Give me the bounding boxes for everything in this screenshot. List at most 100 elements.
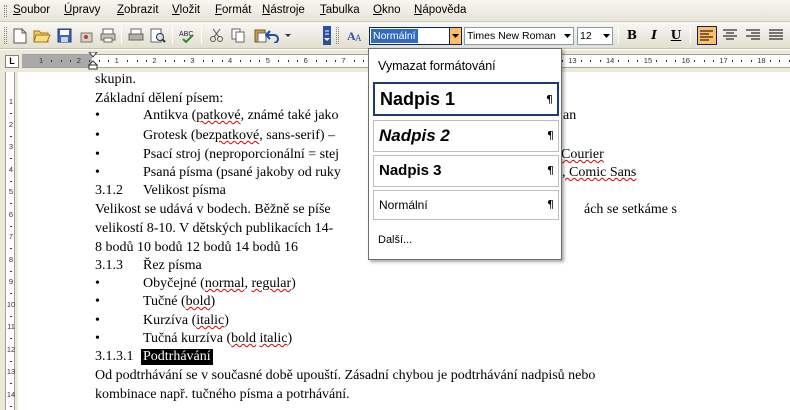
ruler-number: 2 <box>76 56 81 65</box>
ruler-tick <box>665 60 667 62</box>
ruler-tick <box>590 60 592 62</box>
ruler-tick <box>750 60 752 62</box>
doc-line-tail: ách se setkáme s <box>584 202 677 217</box>
list-item: Obyčejné (normal, regular) <box>143 276 296 291</box>
selected-heading[interactable]: Podtrhávání <box>141 349 213 365</box>
ruler-tick <box>145 60 147 62</box>
ruler-tick <box>788 60 790 62</box>
vertical-ruler[interactable]: 1 2 3 4 5 6 7 8 9 10 11 12 13 14 <box>5 72 15 410</box>
vruler-tick <box>10 293 12 295</box>
font-combobox[interactable]: Times New Roman <box>464 27 574 45</box>
open-folder-icon <box>33 30 51 43</box>
font-size-combobox[interactable]: 12 <box>577 27 613 45</box>
list-item: Antikva (patkové, známé také jako <box>143 108 339 123</box>
menu-view[interactable]: Zobrazit <box>117 4 159 16</box>
dropdown-arrow-icon[interactable] <box>600 28 612 44</box>
underline-button[interactable]: U <box>666 26 686 45</box>
ruler-tick <box>164 60 166 62</box>
ruler-tick <box>240 60 242 62</box>
ruler-tick <box>70 60 72 62</box>
vruler-number: 13 <box>6 367 16 376</box>
style-combobox[interactable]: Normální <box>369 27 462 45</box>
ruler-tick <box>127 60 129 62</box>
ruler-tick <box>675 60 677 62</box>
toolbar-options-chevron[interactable] <box>323 26 331 45</box>
ruler-tick <box>98 60 100 62</box>
font-combobox-value[interactable]: Times New Roman <box>467 30 556 42</box>
ruler-number: 1 <box>39 56 44 65</box>
print-preview-button[interactable] <box>98 26 118 45</box>
list-item-tail: an <box>563 108 577 123</box>
font-size-value[interactable]: 12 <box>580 30 592 42</box>
vruler-tick <box>10 383 12 385</box>
toolbar-separator <box>172 27 173 44</box>
new-document-button[interactable] <box>10 26 30 45</box>
menu-table[interactable]: Tabulka <box>320 4 360 16</box>
preview-button[interactable] <box>148 26 168 45</box>
italic-button[interactable]: I <box>644 26 664 45</box>
justify-button[interactable] <box>766 26 786 45</box>
more-styles-item[interactable]: Další... <box>378 234 412 246</box>
style-combobox-value[interactable]: Normální <box>371 29 418 43</box>
ruler-tick <box>618 60 620 62</box>
menu-window[interactable]: Okno <box>373 4 401 16</box>
list-item-tail: , Comic Sans <box>562 165 637 180</box>
ruler-tick <box>316 60 318 62</box>
list-item: Kurzíva (italic) <box>143 313 229 328</box>
ruler-tick <box>259 60 261 62</box>
align-right-button[interactable] <box>743 26 763 45</box>
toolbar-grip[interactable] <box>336 27 339 44</box>
menu-tools[interactable]: Nástroje <box>262 4 305 16</box>
save-button[interactable] <box>54 26 74 45</box>
clear-formatting-item[interactable]: Vymazat formátování <box>378 59 496 73</box>
toolbar-separator <box>201 27 202 44</box>
ruler-number: 16 <box>681 56 690 65</box>
ruler-number: 15 <box>643 56 653 65</box>
align-left-button[interactable] <box>697 26 717 45</box>
menu-edit[interactable]: Úpravy <box>64 4 100 16</box>
vruler-number: 2 <box>8 119 14 129</box>
ruler-tick <box>656 60 658 62</box>
menu-help[interactable]: Nápověda <box>414 4 466 16</box>
vruler-number: 4 <box>8 164 14 174</box>
vruler-number: 3 <box>8 142 14 151</box>
spelling-button[interactable]: ABC <box>178 26 198 45</box>
cut-button[interactable] <box>206 26 226 45</box>
toolbar-grip[interactable] <box>4 27 7 44</box>
styles-formatting-icon: AA <box>347 29 362 43</box>
dropdown-arrow-icon[interactable] <box>561 28 573 44</box>
spelling-check-icon: ABC <box>179 31 194 43</box>
undo-button[interactable] <box>264 26 294 45</box>
menubar-grip[interactable] <box>4 5 7 17</box>
ruler-tick <box>580 60 582 62</box>
permission-button[interactable] <box>76 26 96 45</box>
tab-selector[interactable]: L <box>5 55 19 68</box>
styles-pane-button[interactable]: AA <box>345 26 365 45</box>
menu-insert[interactable]: Vložit <box>172 4 200 16</box>
list-item: Tučné (bold) <box>143 294 216 309</box>
menu-format[interactable]: Formát <box>215 4 251 16</box>
vruler-tick <box>10 270 12 272</box>
dropdown-arrow-icon[interactable] <box>449 28 461 44</box>
menu-file[interactable]: Soubor <box>13 4 50 16</box>
heading: Řez písma <box>143 258 202 273</box>
ruler-tick <box>174 60 176 62</box>
ruler-tick <box>694 60 696 62</box>
list-item: Psací stroj (neproporcionální = stej <box>143 147 340 162</box>
bold-button[interactable]: B <box>622 26 642 45</box>
ruler-margin <box>22 55 92 67</box>
print-button[interactable] <box>126 26 146 45</box>
ruler-tick <box>136 60 138 62</box>
style-item-heading2[interactable]: Nadpis 2 ¶ <box>373 120 559 152</box>
align-center-button[interactable] <box>720 26 740 45</box>
open-button[interactable] <box>32 26 52 45</box>
ruler-tick <box>741 60 743 62</box>
copy-button[interactable] <box>228 26 248 45</box>
copy-icon <box>231 28 244 43</box>
style-item-normal[interactable]: Normální ¶ <box>373 190 559 220</box>
ruler-number: 7 <box>341 56 346 65</box>
style-item-heading3[interactable]: Nadpis 3 ¶ <box>373 155 559 187</box>
style-dropdown-list: Vymazat formátování Nadpis 1 ¶ Nadpis 2 … <box>368 48 562 260</box>
misspelled-word: italic <box>259 331 288 346</box>
style-item-heading1[interactable]: Nadpis 1 ¶ <box>373 82 559 116</box>
